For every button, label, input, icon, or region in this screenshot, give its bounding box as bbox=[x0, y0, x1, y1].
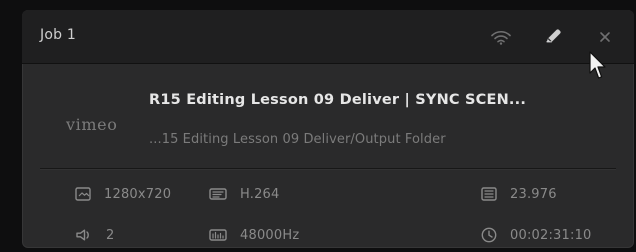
wifi-icon[interactable] bbox=[488, 24, 514, 50]
codec-icon bbox=[208, 186, 228, 202]
resolution-value: 1280x720 bbox=[104, 186, 172, 202]
vimeo-logo: vimeo bbox=[66, 115, 118, 134]
render-queue-panel: Job 1 vimeo R15 Editing Lesson 09 Delive… bbox=[0, 0, 636, 252]
job-metadata: 1280x720 H.264 23.976 2 48000Hz 00:02:31… bbox=[22, 176, 634, 248]
fps-value: 23.976 bbox=[510, 186, 557, 202]
close-icon[interactable] bbox=[592, 24, 618, 50]
job-card-body: vimeo R15 Editing Lesson 09 Deliver | SY… bbox=[22, 63, 634, 248]
job-card[interactable]: Job 1 vimeo R15 Editing Lesson 09 Delive… bbox=[22, 10, 634, 248]
audio-channels-value: 2 bbox=[106, 227, 115, 243]
sample-rate-value: 48000Hz bbox=[240, 227, 300, 243]
audio-channels-item: 2 bbox=[74, 223, 114, 247]
resolution-icon bbox=[74, 186, 92, 202]
job-card-header: Job 1 bbox=[22, 10, 634, 64]
fps-icon bbox=[480, 186, 498, 202]
edit-icon[interactable] bbox=[540, 24, 566, 50]
job-actions bbox=[488, 24, 618, 50]
resolution-item: 1280x720 bbox=[74, 182, 171, 206]
sample-rate-icon bbox=[208, 227, 228, 243]
job-name: R15 Editing Lesson 09 Deliver | SYNC SCE… bbox=[149, 92, 527, 108]
fps-item: 23.976 bbox=[480, 182, 557, 206]
duration-item: 00:02:31:10 bbox=[480, 223, 592, 247]
clock-icon bbox=[480, 226, 498, 244]
job-divider bbox=[40, 168, 616, 169]
codec-item: H.264 bbox=[208, 182, 280, 206]
duration-value: 00:02:31:10 bbox=[510, 227, 592, 243]
job-title: Job 1 bbox=[40, 27, 76, 43]
speaker-icon bbox=[74, 227, 94, 243]
job-output-path: ...15 Editing Lesson 09 Deliver/Output F… bbox=[149, 132, 446, 147]
sample-rate-item: 48000Hz bbox=[208, 223, 299, 247]
codec-value: H.264 bbox=[240, 186, 280, 202]
